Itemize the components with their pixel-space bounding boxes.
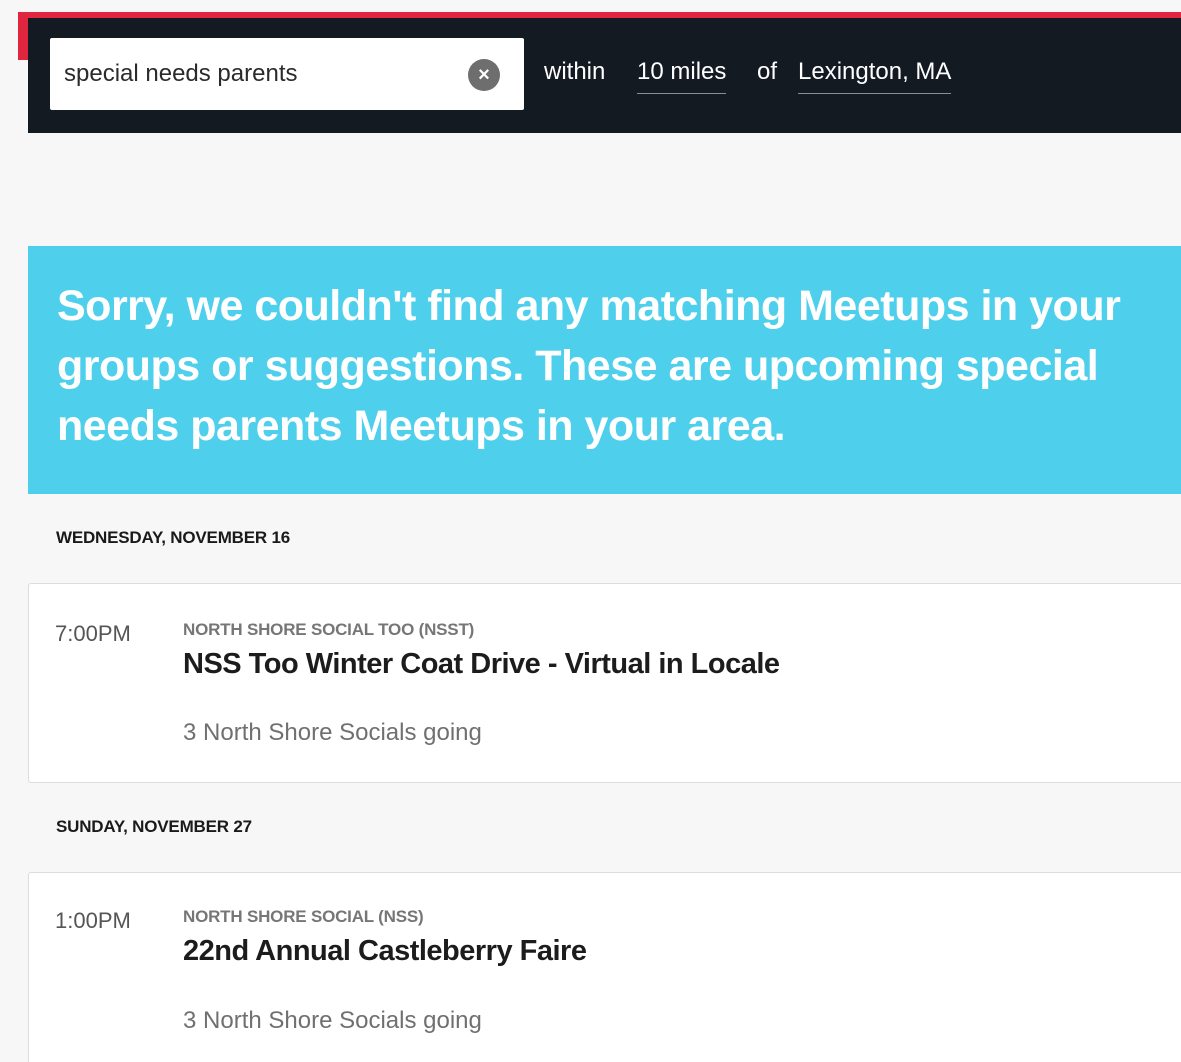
search-bar: × within 10 miles of Lexington, MA bbox=[28, 18, 1181, 133]
banner-message: Sorry, we couldn't find any matching Mee… bbox=[57, 282, 1121, 450]
close-icon[interactable]: × bbox=[468, 59, 500, 91]
no-results-banner: Sorry, we couldn't find any matching Mee… bbox=[28, 246, 1181, 494]
event-title[interactable]: NSS Too Winter Coat Drive - Virtual in L… bbox=[183, 648, 780, 681]
event-group-name[interactable]: NORTH SHORE SOCIAL (NSS) bbox=[183, 907, 424, 927]
date-heading: SUNDAY, NOVEMBER 27 bbox=[56, 817, 252, 836]
event-attendees: 3 North Shore Socials going bbox=[183, 1007, 482, 1034]
search-box: × bbox=[50, 38, 524, 110]
event-card[interactable]: 1:00PM NORTH SHORE SOCIAL (NSS) 22nd Ann… bbox=[28, 872, 1181, 1062]
search-input[interactable] bbox=[64, 38, 454, 110]
event-attendees: 3 North Shore Socials going bbox=[183, 719, 482, 746]
of-label: of bbox=[757, 58, 778, 85]
event-group-name[interactable]: NORTH SHORE SOCIAL TOO (NSST) bbox=[183, 620, 474, 640]
date-heading: WEDNESDAY, NOVEMBER 16 bbox=[56, 528, 290, 547]
event-title[interactable]: 22nd Annual Castleberry Faire bbox=[183, 935, 587, 968]
within-label: within bbox=[544, 58, 606, 85]
event-card[interactable]: 7:00PM NORTH SHORE SOCIAL TOO (NSST) NSS… bbox=[28, 583, 1181, 783]
event-time: 1:00PM bbox=[55, 908, 131, 933]
location-selector[interactable]: Lexington, MA bbox=[798, 58, 952, 94]
page: × within 10 miles of Lexington, MA Sorry… bbox=[0, 0, 1181, 1062]
radius-selector[interactable]: 10 miles bbox=[637, 58, 727, 94]
event-time: 7:00PM bbox=[55, 621, 131, 646]
